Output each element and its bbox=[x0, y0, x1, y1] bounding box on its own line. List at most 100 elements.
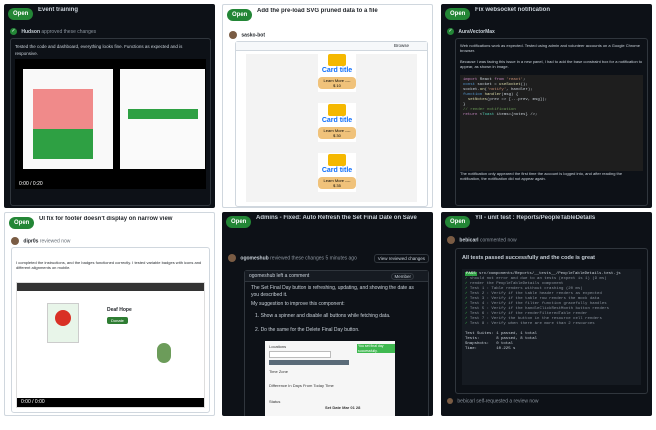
video-frame bbox=[23, 69, 113, 169]
list-item-2-text: Do the same for the Delete Final Day but… bbox=[260, 327, 360, 333]
tile-websocket: Open Fix websocket notification ✓ AuraVe… bbox=[441, 4, 652, 208]
learn-more-button[interactable]: Learn More ---- $ 35 bbox=[318, 177, 356, 189]
product-card: Card title Learn More ---- $ 10 bbox=[318, 53, 356, 92]
review-box: Tested the code and dashboard, everythin… bbox=[10, 38, 211, 206]
open-badge: Open bbox=[9, 217, 35, 229]
comment-box: I completed the instructions, and the ba… bbox=[11, 247, 210, 413]
status-value: Set Date Mar 01 28 bbox=[325, 405, 361, 410]
pr-title[interactable]: YII - unit test : Reports/PeopleTableDet… bbox=[475, 215, 648, 221]
comment-row: sasko-bot bbox=[229, 31, 428, 39]
footer-text: bebicarl self-requested a review now bbox=[457, 398, 539, 405]
pr-title[interactable]: UI fix for footer doesn't display on nar… bbox=[39, 216, 210, 222]
person-icon bbox=[55, 310, 71, 326]
pr-title[interactable]: Event training bbox=[38, 7, 211, 13]
reviewer-name[interactable]: Hudson bbox=[21, 29, 40, 35]
locations-input[interactable] bbox=[269, 351, 331, 358]
pr-title[interactable]: Add the pre-load SVG pruned data to a fi… bbox=[257, 8, 428, 14]
tile-footer-fix: Open UI fix for footer doesn't display o… bbox=[4, 212, 215, 416]
video-frame-right bbox=[120, 69, 205, 169]
list-item-2: 2. Do the same for the Delete Final Day … bbox=[255, 327, 360, 333]
review-action: reviewed these changes 5 minutes ago bbox=[270, 255, 357, 262]
avatar bbox=[447, 398, 453, 404]
comment-text: I completed the instructions, and the ba… bbox=[16, 260, 202, 270]
user-name[interactable]: sasko-bot bbox=[241, 32, 265, 38]
user-name[interactable]: AuraVectorMax bbox=[458, 29, 494, 35]
tile-preload-svg: Open Add the pre-load SVG pruned data to… bbox=[222, 4, 433, 208]
video-player[interactable]: 0:00 / 0:20 bbox=[15, 59, 206, 189]
pr-header: Open UI fix for footer doesn't display o… bbox=[5, 213, 214, 233]
check-icon: ✓ bbox=[447, 28, 454, 35]
pr-title[interactable]: Fix websocket notification bbox=[475, 7, 648, 13]
avatar bbox=[229, 31, 237, 39]
review-text-3: The notification only appeared the first… bbox=[460, 171, 623, 181]
learn-more-button[interactable]: Learn More ---- $ 10 bbox=[318, 77, 356, 89]
forklift-icon bbox=[328, 54, 346, 66]
pr-header: Open YII - unit test : Reports/PeopleTab… bbox=[441, 212, 652, 232]
card-image bbox=[47, 303, 79, 343]
comment-p1: The Set Final Day button is refreshing, … bbox=[251, 285, 414, 298]
video-controls[interactable]: 0:00 / 0:20 bbox=[15, 180, 206, 189]
pr-header: Open Fix websocket notification bbox=[441, 4, 652, 24]
chart-bar-red bbox=[33, 89, 93, 129]
check-icon: ✓ bbox=[10, 28, 17, 35]
review-row: ✓ AuraVectorMax bbox=[447, 28, 648, 35]
browse-tab[interactable]: Browse bbox=[394, 43, 409, 48]
card-title: Card title bbox=[321, 67, 353, 74]
forklift-icon bbox=[328, 104, 346, 116]
review-box: Web notifications work as expected. Test… bbox=[455, 38, 648, 206]
avatar bbox=[11, 237, 19, 245]
video-player[interactable]: Deaf Hope Donate 0:00 / 0:00 bbox=[16, 282, 205, 408]
comment-p2: My suggestion to improve this component: bbox=[251, 301, 345, 307]
open-badge: Open bbox=[8, 8, 34, 20]
open-badge: Open bbox=[445, 216, 471, 228]
comment-box: All tests passed successfully and the co… bbox=[455, 248, 648, 394]
code-screenshot: import React from 'react'; const socket … bbox=[460, 75, 643, 171]
success-toast: You set final day successfully. bbox=[357, 344, 395, 353]
test-path: src/components/Reports/__tests__/PeopleT… bbox=[479, 272, 621, 276]
product-card: Card title Learn More ---- $ 30 bbox=[318, 103, 356, 142]
browser-bar bbox=[17, 283, 204, 291]
screenshot-form: Locations Time Zone Difference In Days F… bbox=[265, 341, 395, 416]
footer-event: bebicarl self-requested a review now bbox=[447, 398, 648, 404]
avatar bbox=[447, 236, 455, 244]
comment-box-header: ogomeshub left a comment Member bbox=[245, 271, 428, 282]
chart-bar-green bbox=[33, 129, 93, 159]
pr-header: Open Event training bbox=[4, 4, 215, 24]
field-timezone: Time Zone bbox=[269, 369, 288, 374]
donate-button[interactable]: Donate bbox=[107, 317, 128, 324]
view-changes-button[interactable]: View reviewed changes bbox=[373, 254, 429, 263]
tile-auto-refresh: Open Admins - Fixed: Auto Refresh the Se… bbox=[222, 212, 433, 416]
user-name[interactable]: bebicarl bbox=[459, 237, 478, 243]
field-difference: Difference In Days From Today Time bbox=[269, 383, 334, 388]
tile-event-training: Open Event training ✓ Hudson approved th… bbox=[4, 4, 215, 208]
pr-header: Open Add the pre-load SVG pruned data to… bbox=[223, 5, 432, 25]
review-row: ✓ Hudson approved these changes bbox=[10, 28, 211, 35]
list-item-1: 1. Show a spinner and disable all button… bbox=[255, 313, 391, 319]
review-action: approved these changes bbox=[41, 28, 97, 35]
comment-head: ogomeshub left a comment bbox=[249, 273, 310, 279]
card-title: Card title bbox=[321, 167, 353, 174]
learn-more-button[interactable]: Learn More ---- $ 30 bbox=[318, 127, 356, 139]
user-name[interactable]: ogomeshub bbox=[240, 255, 268, 261]
forklift-icon bbox=[328, 154, 346, 166]
review-text-1: Web notifications work as expected. Test… bbox=[460, 43, 640, 53]
tile-unit-test: Open YII - unit test : Reports/PeopleTab… bbox=[441, 212, 652, 416]
test-output: PASS src/components/Reports/__tests__/Pe… bbox=[462, 269, 641, 385]
open-badge: Open bbox=[445, 8, 471, 20]
field-locations: Locations bbox=[269, 344, 287, 349]
green-strip bbox=[128, 109, 198, 119]
list-item-1-text: Show a spinner and disable all buttons w… bbox=[260, 313, 391, 319]
member-badge: Member bbox=[391, 273, 414, 280]
review-quote: Tested the code and dashboard, everythin… bbox=[15, 44, 183, 56]
video-controls[interactable]: 0:00 / 0:00 bbox=[17, 398, 204, 407]
review-text-2: Because I was facing this issue in a new… bbox=[460, 59, 643, 69]
pr-title[interactable]: Admins - Fixed: Auto Refresh the Set Fin… bbox=[256, 215, 429, 221]
card-title: Card title bbox=[321, 117, 353, 124]
comment-row: dipr0s reviewed now bbox=[11, 237, 210, 245]
product-card: Card title Learn More ---- $ 35 bbox=[318, 153, 356, 192]
card-name: Deaf Hope bbox=[107, 307, 132, 313]
field-status: Status bbox=[269, 399, 281, 404]
user-name[interactable]: dipr0s bbox=[23, 238, 38, 244]
comment-action: commented now bbox=[479, 237, 517, 244]
set-final-day-button[interactable] bbox=[269, 360, 349, 365]
